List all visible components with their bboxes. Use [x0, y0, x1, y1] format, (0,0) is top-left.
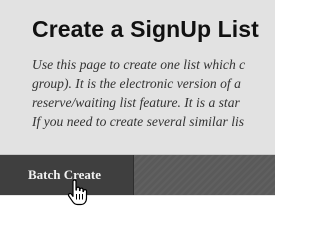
action-bar: Batch Create [0, 155, 275, 195]
page-description: Use this page to create one list which c… [32, 55, 275, 131]
description-line: If you need to create several similar li… [32, 114, 245, 129]
description-line: Use this page to create one list which c [32, 57, 246, 72]
batch-create-button[interactable]: Batch Create [0, 155, 134, 195]
page-title: Create a SignUp List [32, 16, 259, 42]
description-line: reserve/waiting list feature. It is a st… [32, 95, 240, 110]
page-header: Create a SignUp List Use this page to cr… [0, 0, 275, 155]
description-line: group). It is the electronic version of … [32, 76, 241, 91]
content-area [0, 195, 275, 225]
